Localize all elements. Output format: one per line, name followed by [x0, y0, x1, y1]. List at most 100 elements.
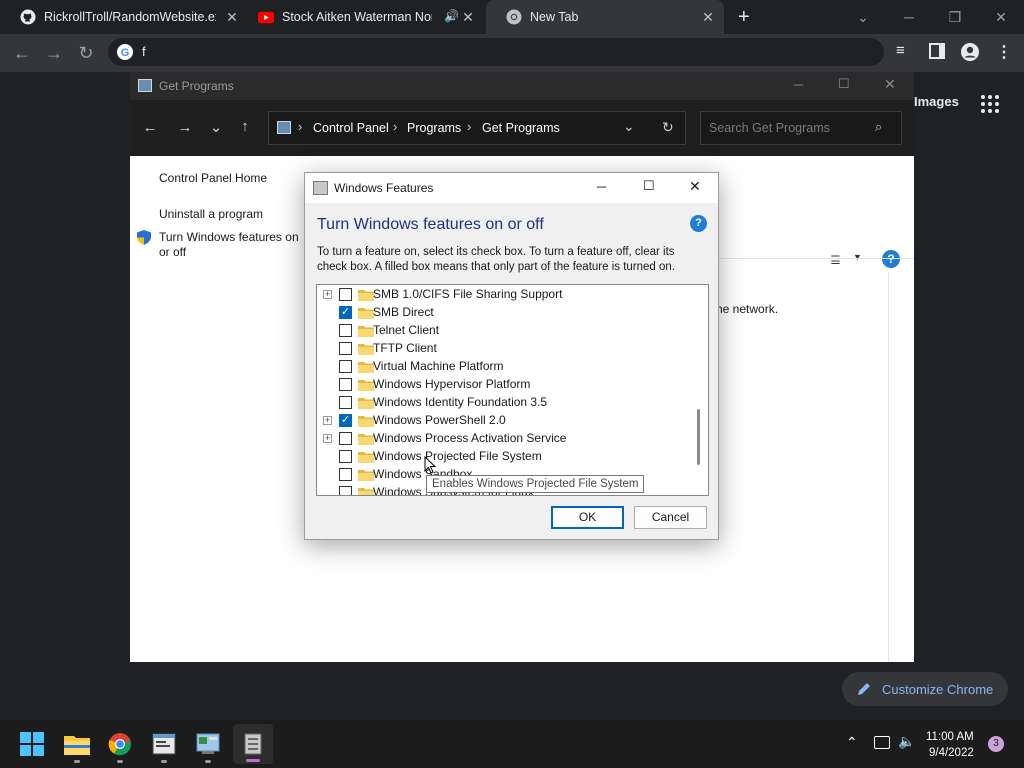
chevron-up-icon[interactable]: ⌃ — [846, 734, 858, 751]
feature-checkbox[interactable] — [339, 486, 352, 495]
scrollbar-thumb[interactable] — [697, 409, 700, 465]
feature-checkbox[interactable] — [339, 378, 352, 391]
folder-icon — [358, 378, 374, 391]
forward-icon[interactable]: → — [42, 41, 66, 65]
reload-icon[interactable]: ↻ — [74, 41, 98, 65]
minimize-icon[interactable]: ─ — [794, 77, 803, 92]
side-panel-icon[interactable] — [929, 43, 945, 59]
feature-checkbox[interactable]: ✓ — [339, 306, 352, 319]
mouse-cursor-icon — [424, 455, 437, 474]
chevron-down-icon[interactable]: ⌄ — [623, 118, 635, 135]
close-tab-icon[interactable]: ✕ — [700, 9, 716, 25]
feature-label: Windows Hypervisor Platform — [373, 377, 531, 391]
feature-row[interactable]: + Windows Process Activation Service — [317, 429, 697, 447]
omnibox[interactable] — [108, 38, 884, 66]
back-icon[interactable]: ← — [10, 41, 34, 65]
feature-checkbox[interactable] — [339, 432, 352, 445]
feature-checkbox[interactable]: ✓ — [339, 414, 352, 427]
dialog-description: To turn a feature on, select its check b… — [317, 246, 675, 273]
tab-github[interactable]: RickrollTroll/RandomWebsite.exe ✕ — [0, 0, 248, 34]
new-tab-button[interactable]: + — [738, 6, 750, 29]
customize-chrome-button[interactable]: Customize Chrome — [842, 672, 1008, 706]
minimize-icon[interactable]: ─ — [886, 0, 932, 34]
feature-checkbox[interactable] — [339, 468, 352, 481]
divider — [888, 272, 889, 662]
images-link[interactable]: Images — [914, 94, 959, 109]
breadcrumb-control-panel[interactable]: Control Panel — [313, 121, 389, 135]
close-icon[interactable]: ✕ — [978, 0, 1024, 34]
feature-row[interactable]: Windows Identity Foundation 3.5 — [317, 393, 697, 411]
speaker-icon[interactable]: 🔊 — [444, 9, 459, 23]
feature-checkbox[interactable] — [339, 450, 352, 463]
control-panel-icon[interactable] — [192, 728, 224, 760]
cancel-button[interactable]: Cancel — [634, 506, 707, 529]
feature-row[interactable]: + ✓ Windows PowerShell 2.0 — [317, 411, 697, 429]
chrome-icon — [506, 9, 522, 25]
tab-youtube[interactable]: Stock Aitken Waterman Non 🔊 ✕ — [238, 0, 484, 34]
feature-checkbox[interactable] — [339, 396, 352, 409]
divider — [718, 258, 914, 259]
close-icon[interactable]: ✕ — [689, 178, 701, 195]
feature-checkbox[interactable] — [339, 288, 352, 301]
recent-locations-icon[interactable]: ⌄ — [206, 118, 226, 136]
ok-button[interactable]: OK — [551, 506, 624, 529]
up-icon[interactable]: ↑ — [235, 118, 255, 135]
help-icon[interactable]: ? — [690, 215, 707, 232]
feature-row[interactable]: Telnet Client — [317, 321, 697, 339]
close-tab-icon[interactable]: ✕ — [460, 9, 476, 25]
feature-row[interactable]: + SMB 1.0/CIFS File Sharing Support — [317, 285, 697, 303]
media-control-icon[interactable]: ≡ — [896, 42, 905, 59]
dropdown-arrow-icon[interactable]: ▼ — [853, 252, 862, 262]
start-icon[interactable] — [16, 728, 48, 760]
windows-features-icon[interactable] — [237, 728, 269, 760]
notification-badge[interactable]: 3 — [988, 736, 1004, 752]
feature-tree[interactable]: + SMB 1.0/CIFS File Sharing Support ✓ SMB D… — [316, 284, 709, 496]
folder-icon — [358, 450, 374, 463]
network-icon[interactable] — [874, 736, 890, 749]
dialog-title: Windows Features — [334, 181, 434, 195]
control-panel-home-link[interactable]: Control Panel Home — [159, 171, 267, 185]
view-options-icon[interactable]: ≣ — [830, 252, 841, 268]
omnibox-text[interactable]: f — [142, 44, 146, 59]
breadcrumb-get-programs[interactable]: Get Programs — [482, 121, 560, 135]
feature-row[interactable]: ✓ SMB Direct — [317, 303, 697, 321]
system-clock[interactable]: 11:00 AM 9/4/2022 — [926, 729, 974, 761]
uninstall-program-link[interactable]: Uninstall a program — [159, 207, 263, 221]
feature-checkbox[interactable] — [339, 342, 352, 355]
running-indicator — [205, 760, 211, 763]
minimize-icon[interactable]: ─ — [597, 179, 606, 194]
apps-grid-icon[interactable] — [980, 94, 1000, 114]
maximize-icon[interactable]: ☐ — [838, 76, 850, 92]
feature-row[interactable]: TFTP Client — [317, 339, 697, 357]
close-icon[interactable]: ✕ — [884, 76, 896, 93]
expand-icon[interactable]: + — [323, 290, 332, 299]
clock-time: 11:00 AM — [926, 731, 974, 743]
profile-icon[interactable] — [960, 42, 980, 62]
chrome-menu-icon[interactable]: ⋮ — [996, 42, 1012, 62]
tab-new-tab[interactable]: New Tab ✕ — [486, 0, 724, 34]
feature-checkbox[interactable] — [339, 324, 352, 337]
feature-row[interactable]: Windows Projected File System — [317, 447, 697, 465]
refresh-icon[interactable]: ↻ — [662, 119, 674, 136]
back-icon[interactable]: ← — [140, 119, 160, 136]
notepad-icon[interactable] — [148, 728, 180, 760]
file-explorer-icon[interactable] — [61, 728, 93, 760]
restore-icon[interactable]: ❐ — [932, 0, 978, 34]
folder-icon — [358, 360, 374, 373]
expand-icon[interactable]: + — [323, 434, 332, 443]
maximize-icon[interactable]: ☐ — [643, 178, 655, 194]
chrome-icon[interactable] — [104, 728, 136, 760]
tab-search-icon[interactable]: ⌄ — [840, 0, 886, 34]
control-panel-icon — [138, 79, 152, 92]
forward-icon[interactable]: → — [175, 119, 195, 136]
feature-row[interactable]: Windows Hypervisor Platform — [317, 375, 697, 393]
turn-features-link[interactable]: Turn Windows features on or off — [159, 230, 309, 260]
expand-icon[interactable]: + — [323, 416, 332, 425]
volume-icon[interactable]: 🔈 — [898, 733, 915, 750]
folder-icon — [358, 342, 374, 355]
feature-row[interactable]: Virtual Machine Platform — [317, 357, 697, 375]
running-indicator — [117, 760, 123, 763]
breadcrumb-programs[interactable]: Programs — [407, 121, 461, 135]
help-icon[interactable]: ? — [882, 250, 900, 268]
feature-checkbox[interactable] — [339, 360, 352, 373]
